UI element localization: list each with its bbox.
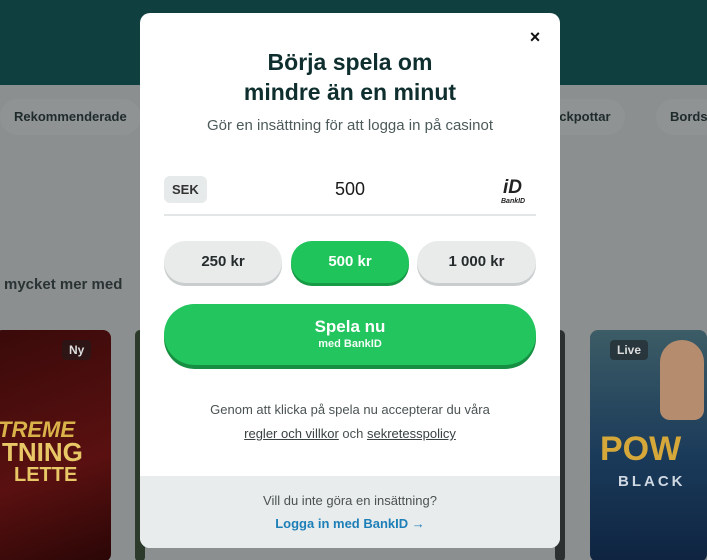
play-now-button[interactable]: Spela nu med BankID [164,304,536,365]
amount-field: SEK iD BankID [164,173,536,216]
game-tile-power-blackjack[interactable]: Live POW BLACK [590,330,707,560]
tile-title-text: POW [600,430,682,468]
preset-250-button[interactable]: 250 kr [164,241,282,283]
privacy-link[interactable]: sekretesspolicy [367,426,456,441]
tile-title-text: BLACK [618,473,686,490]
new-badge: Ny [62,340,92,360]
currency-badge: SEK [164,176,207,203]
live-badge: Live [610,340,649,360]
preset-500-button[interactable]: 500 kr [291,241,409,283]
tile-title-text: TNING [2,437,83,467]
close-button[interactable]: × [524,26,546,48]
play-now-label: Spela nu [314,317,386,336]
terms-text: Genom att klicka på spela nu accepterar … [140,398,560,446]
amount-input[interactable] [254,173,446,206]
terms-link[interactable]: regler och villkor [244,426,339,441]
section-heading: mycket mer med [4,276,123,293]
svg-text:iD: iD [503,177,522,198]
tile-title-text: LETTE [14,464,78,486]
modal-footer: Vill du inte göra en insättning? Logga i… [140,476,560,548]
category-chip-table[interactable]: Bords [656,99,707,135]
category-chip-recommended[interactable]: Rekommenderade [0,99,141,135]
game-tile-lightning-roulette[interactable]: Ny TREME TNING LETTE [0,330,111,560]
terms-line2: regler och villkor och sekretesspolicy [140,422,560,446]
terms-line1: Genom att klicka på spela nu accepterar … [210,402,490,417]
deposit-modal: × Börja spela om mindre än en minut Gör … [140,13,560,548]
bankid-icon: iD BankID [501,177,525,205]
svg-text:BankID: BankID [501,198,525,205]
modal-title: Börja spela om mindre än en minut [140,47,560,107]
preset-1000-button[interactable]: 1 000 kr [417,241,536,283]
modal-subtitle: Gör en insättning för att logga in på ca… [206,117,493,134]
modal-title-line2: mindre än en minut [243,79,457,105]
play-now-sublabel: med BankID [318,338,382,350]
login-bankid-link[interactable]: Logga in med BankID → [140,516,560,531]
dealer-image [660,340,704,420]
terms-connector: och [338,426,367,441]
footer-question: Vill du inte göra en insättning? [263,493,437,508]
modal-title-line1: Börja spela om [267,49,433,75]
